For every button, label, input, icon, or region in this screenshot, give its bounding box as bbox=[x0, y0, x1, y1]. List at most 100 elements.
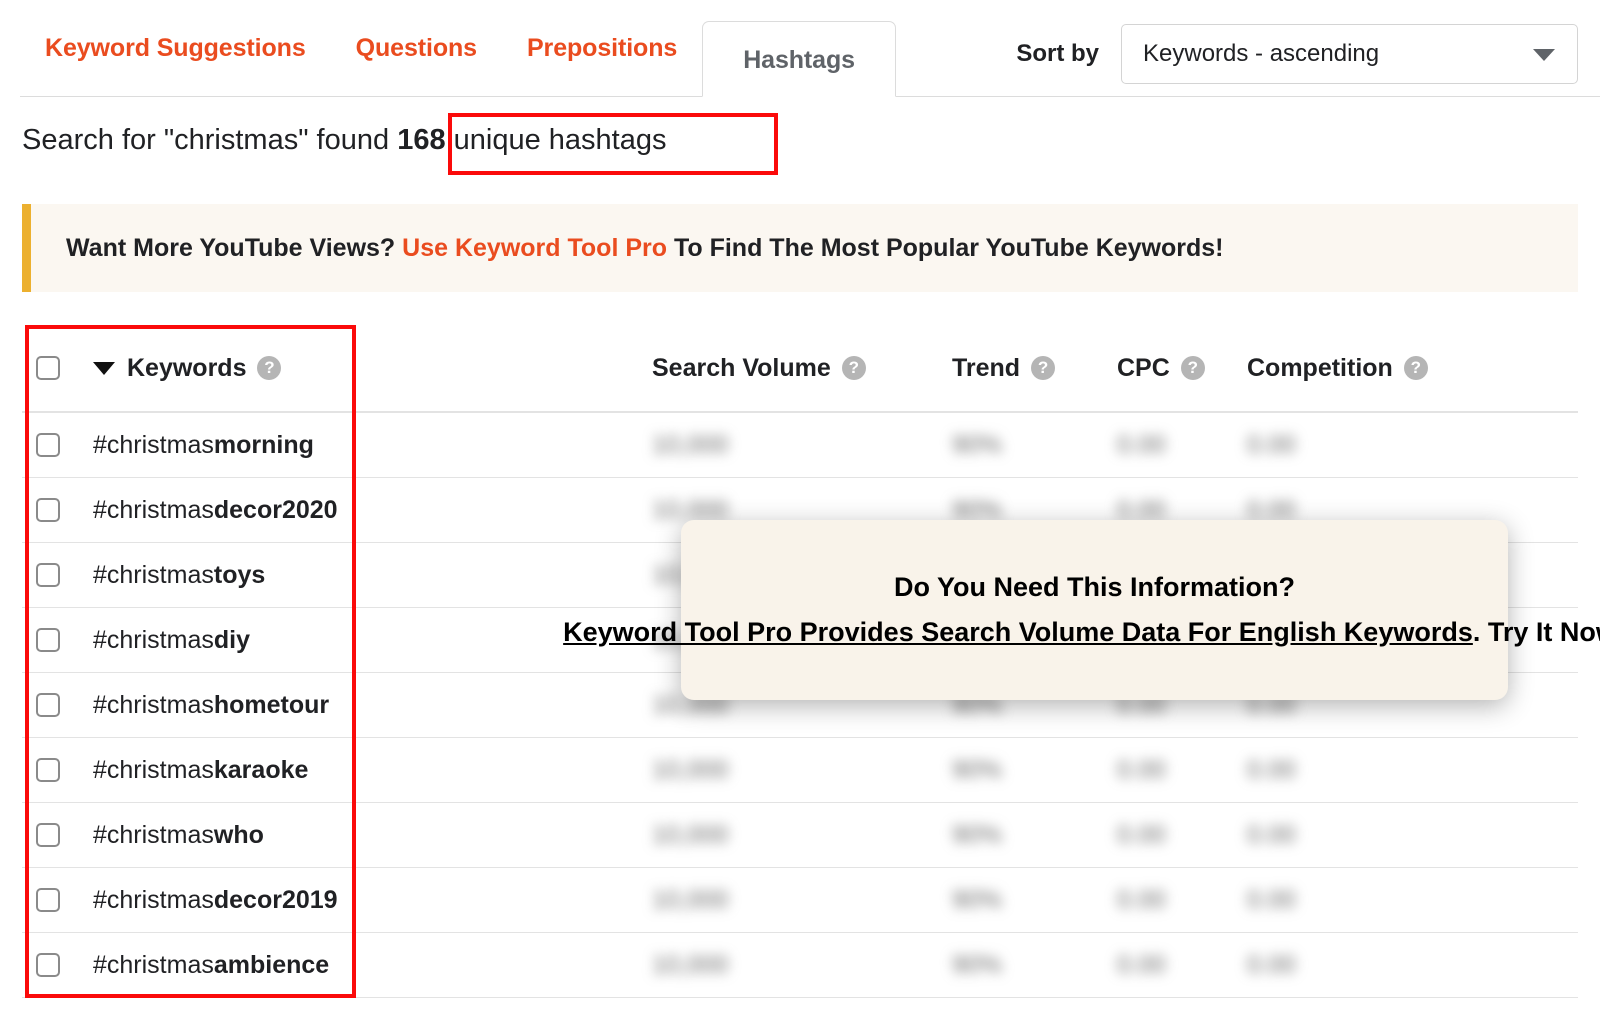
row-cell-search-volume: 10,000 bbox=[652, 951, 952, 980]
header-label-search-volume: Search Volume bbox=[652, 353, 831, 382]
row-cell-competition: 0.00 bbox=[1247, 886, 1547, 915]
keyword-suffix: morning bbox=[213, 430, 314, 459]
result-prefix: Search for "christmas" found bbox=[22, 124, 398, 156]
keyword-suffix: toys bbox=[213, 560, 266, 589]
row-cell-competition-value: 0.00 bbox=[1247, 820, 1296, 849]
row-checkbox[interactable] bbox=[36, 953, 60, 977]
row-cell-competition: 0.00 bbox=[1247, 756, 1547, 785]
row-checkbox[interactable] bbox=[36, 823, 60, 847]
question-mark-icon-keywords[interactable]: ? bbox=[257, 356, 282, 380]
row-cell-cpc-value: 0.00 bbox=[1117, 950, 1166, 979]
sort-control: Sort by Keywords - ascending bbox=[1016, 24, 1578, 84]
search-result-summary: Search for "christmas" found 168 unique … bbox=[22, 124, 666, 157]
row-cell-keyword: #christmasambience bbox=[22, 951, 652, 980]
sort-by-label: Sort by bbox=[1016, 40, 1099, 67]
keyword-prefix: #christmas bbox=[93, 885, 214, 914]
row-cell-trend: 90% bbox=[952, 756, 1117, 785]
table-row[interactable]: #christmaskaraoke 10,000 90% 0.00 0.00 bbox=[22, 738, 1578, 803]
question-mark-icon-trend[interactable]: ? bbox=[1031, 356, 1056, 380]
tab-list: Keyword Suggestions Questions Prepositio… bbox=[20, 0, 896, 97]
row-cell-keyword: #christmaskaraoke bbox=[22, 756, 652, 785]
row-cell-competition-value: 0.00 bbox=[1247, 755, 1296, 784]
tab-hashtags[interactable]: Hashtags bbox=[702, 21, 896, 97]
sort-select[interactable]: Keywords - ascending bbox=[1121, 24, 1578, 84]
row-checkbox[interactable] bbox=[36, 498, 60, 522]
row-cell-cpc: 0.00 bbox=[1117, 431, 1247, 460]
question-mark-icon-cpc[interactable]: ? bbox=[1180, 356, 1205, 380]
keyword-label: #christmasdecor2019 bbox=[93, 886, 338, 915]
keyword-prefix: #christmas bbox=[93, 495, 214, 524]
row-cell-search-volume: 10,000 bbox=[652, 756, 952, 785]
row-cell-trend-value: 90% bbox=[952, 885, 1003, 914]
row-cell-search-volume-value: 10,000 bbox=[652, 820, 729, 849]
keyword-suffix: ambience bbox=[213, 950, 330, 979]
select-all-checkbox[interactable] bbox=[36, 356, 60, 380]
row-cell-competition: 0.00 bbox=[1247, 431, 1547, 460]
row-cell-trend-value: 90% bbox=[952, 950, 1003, 979]
row-cell-search-volume-value: 10,000 bbox=[652, 885, 729, 914]
keyword-prefix: #christmas bbox=[93, 625, 214, 654]
row-checkbox[interactable] bbox=[36, 628, 60, 652]
tooltip-link-keyword-tool-pro[interactable]: Keyword Tool Pro Provides Search Volume … bbox=[563, 617, 1473, 647]
promo-banner: Want More YouTube Views? Use Keyword Too… bbox=[22, 204, 1578, 292]
table-row[interactable]: #christmasambience 10,000 90% 0.00 0.00 bbox=[22, 933, 1578, 998]
keyword-label: #christmasdiy bbox=[93, 626, 250, 655]
row-cell-keyword: #christmasmorning bbox=[22, 431, 652, 460]
keyword-prefix: #christmas bbox=[93, 755, 214, 784]
header-label-trend: Trend bbox=[952, 353, 1021, 382]
keyword-label: #christmasmorning bbox=[93, 431, 314, 460]
row-cell-cpc-value: 0.00 bbox=[1117, 885, 1166, 914]
row-cell-trend-value: 90% bbox=[952, 820, 1003, 849]
keyword-suffix: decor2019 bbox=[213, 885, 338, 914]
keyword-label: #christmaswho bbox=[93, 821, 264, 850]
row-checkbox[interactable] bbox=[36, 433, 60, 457]
question-mark-icon-competition[interactable]: ? bbox=[1403, 356, 1428, 380]
tooltip-line-2: Keyword Tool Pro Provides Search Volume … bbox=[563, 610, 1600, 655]
row-cell-search-volume-value: 10,000 bbox=[652, 430, 729, 459]
table-header-row: Keywords ? Search Volume ? Trend ? CPC ?… bbox=[22, 325, 1578, 413]
row-cell-keyword: #christmasdecor2019 bbox=[22, 886, 652, 915]
row-cell-search-volume-value: 10,000 bbox=[652, 755, 729, 784]
row-cell-keyword: #christmasdiy bbox=[22, 626, 652, 655]
table-row[interactable]: #christmaswho 10,000 90% 0.00 0.00 bbox=[22, 803, 1578, 868]
keyword-prefix: #christmas bbox=[93, 430, 214, 459]
question-mark-icon-search-volume[interactable]: ? bbox=[841, 356, 866, 380]
row-cell-cpc-value: 0.00 bbox=[1117, 755, 1166, 784]
table-body: #christmasmorning 10,000 90% 0.00 0.00 #chris… bbox=[22, 413, 1578, 998]
promo-after: To Find The Most Popular YouTube Keyword… bbox=[667, 233, 1224, 262]
row-cell-keyword: #christmashometour bbox=[22, 691, 652, 720]
tab-keyword-suggestions[interactable]: Keyword Suggestions bbox=[20, 0, 331, 97]
table-row[interactable]: #christmasmorning 10,000 90% 0.00 0.00 bbox=[22, 413, 1578, 478]
header-label-keywords: Keywords bbox=[127, 353, 247, 382]
promo-link-keyword-tool-pro[interactable]: Use Keyword Tool Pro bbox=[402, 234, 667, 262]
keyword-suffix: karaoke bbox=[213, 755, 309, 784]
promo-before: Want More YouTube Views? bbox=[66, 233, 403, 262]
row-cell-trend-value: 90% bbox=[952, 430, 1003, 459]
sort-select-value: Keywords - ascending bbox=[1143, 40, 1380, 67]
row-checkbox[interactable] bbox=[36, 758, 60, 782]
promo-banner-text: Want More YouTube Views? Use Keyword Too… bbox=[66, 234, 1224, 263]
keyword-label: #christmastoys bbox=[93, 561, 265, 590]
row-cell-competition-value: 0.00 bbox=[1247, 950, 1296, 979]
header-label-cpc: CPC bbox=[1117, 353, 1170, 382]
row-checkbox[interactable] bbox=[36, 693, 60, 717]
keyword-label: #christmasdecor2020 bbox=[93, 496, 338, 525]
table-row[interactable]: #christmasdecor2019 10,000 90% 0.00 0.00 bbox=[22, 868, 1578, 933]
row-cell-trend: 90% bbox=[952, 821, 1117, 850]
tab-questions[interactable]: Questions bbox=[331, 0, 502, 97]
row-cell-competition: 0.00 bbox=[1247, 951, 1547, 980]
keyword-suffix: hometour bbox=[213, 690, 330, 719]
sort-descending-caret-icon[interactable] bbox=[93, 361, 115, 375]
tab-prepositions[interactable]: Prepositions bbox=[502, 0, 702, 97]
row-cell-keyword: #christmastoys bbox=[22, 561, 652, 590]
header-cell-trend: Trend ? bbox=[952, 354, 1117, 383]
row-cell-cpc: 0.00 bbox=[1117, 886, 1247, 915]
row-checkbox[interactable] bbox=[36, 888, 60, 912]
header-cell-cpc: CPC ? bbox=[1117, 354, 1247, 383]
row-cell-competition: 0.00 bbox=[1247, 821, 1547, 850]
row-cell-search-volume: 10,000 bbox=[652, 886, 952, 915]
keyword-prefix: #christmas bbox=[93, 950, 214, 979]
row-checkbox[interactable] bbox=[36, 563, 60, 587]
keyword-suffix: diy bbox=[213, 625, 250, 654]
header-label-competition: Competition bbox=[1247, 353, 1393, 382]
